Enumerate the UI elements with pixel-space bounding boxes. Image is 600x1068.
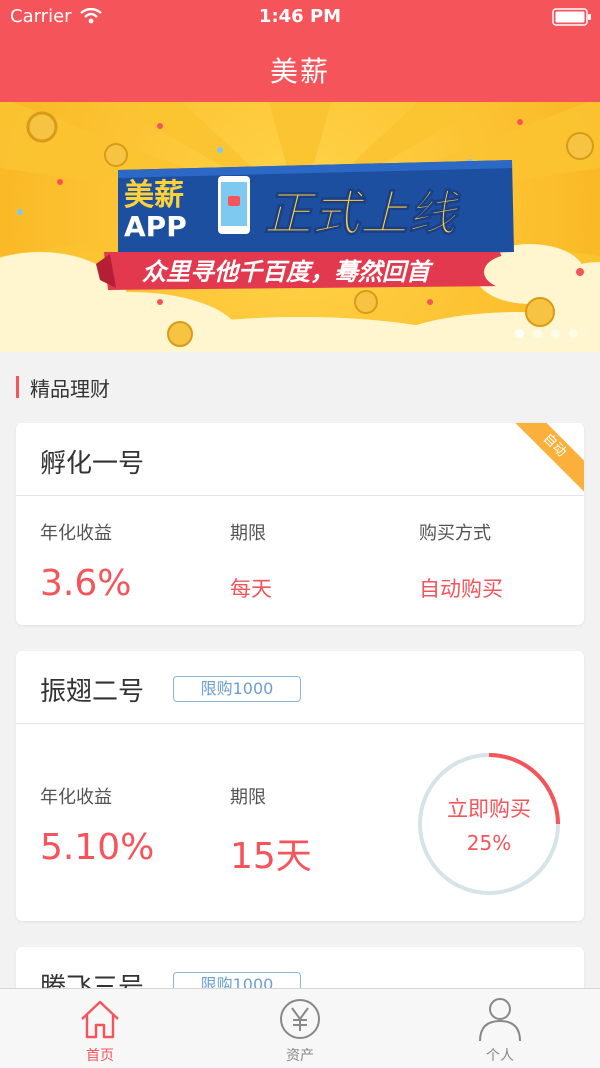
- rate-value: 3.6%: [40, 563, 132, 604]
- buy-now-label: 立即购买: [447, 797, 531, 821]
- rate-value: 5.10%: [40, 827, 155, 868]
- rate-label: 年化收益: [40, 787, 112, 808]
- term-label: 期限: [230, 523, 266, 544]
- tab-home[interactable]: 首页: [0, 989, 200, 1068]
- banner-artwork: 美薪 APP 正式上线 众里寻他千百度，蓦然回首: [0, 102, 600, 352]
- rate-label: 年化收益: [40, 523, 112, 544]
- product-name: 振翅二号: [40, 677, 145, 707]
- tab-label: 首页: [86, 1048, 114, 1064]
- battery-icon: [552, 8, 592, 30]
- buy-progress-ring[interactable]: 立即购买 25%: [416, 751, 562, 897]
- home-icon: [81, 1000, 119, 1039]
- pager-dot[interactable]: [551, 329, 560, 338]
- method-value: 自动购买: [419, 577, 503, 601]
- pager-dot[interactable]: [569, 329, 578, 338]
- tab-label: 个人: [486, 1048, 514, 1064]
- page-title: 美薪: [269, 55, 330, 88]
- term-value: 每天: [230, 577, 272, 601]
- buy-button[interactable]: 立即购买 25%: [416, 751, 562, 897]
- yen-icon: [280, 999, 320, 1039]
- auto-ribbon: 自动: [503, 423, 584, 497]
- product-card[interactable]: 孵化一号 自动 年化收益 期限 购买方式 3.6% 每天 自动购买: [16, 423, 584, 625]
- pager-dot[interactable]: [515, 329, 524, 338]
- app-header: Carrier 1:46 PM 美薪: [0, 0, 600, 102]
- banner-pager[interactable]: [515, 329, 578, 338]
- product-name: 孵化一号: [40, 449, 145, 479]
- product-card[interactable]: 振翅二号 限购1000 年化收益 期限 5.10% 15天 立即购买 25%: [16, 651, 584, 921]
- banner-slogan: 众里寻他千百度，蓦然回首: [142, 258, 434, 286]
- bottom-tab-bar: 首页 资产 个人: [0, 988, 600, 1068]
- progress-percent: 25%: [466, 831, 512, 855]
- section-accent-bar: [16, 376, 19, 398]
- person-icon: [479, 998, 521, 1041]
- term-value: 15天: [230, 836, 312, 877]
- method-label: 购买方式: [419, 523, 491, 544]
- tab-profile[interactable]: 个人: [400, 989, 600, 1068]
- purchase-limit-badge: 限购1000: [173, 676, 301, 702]
- section-title: 精品理财: [30, 376, 110, 401]
- banner-app-text: APP: [124, 210, 187, 243]
- promo-banner[interactable]: 美薪 APP 正式上线 众里寻他千百度，蓦然回首: [0, 102, 600, 352]
- section-header: 精品理财: [16, 372, 110, 402]
- tab-label: 资产: [286, 1048, 314, 1064]
- term-label: 期限: [230, 787, 266, 808]
- card-header: 振翅二号 限购1000: [16, 651, 584, 724]
- banner-brand-text: 美薪: [124, 178, 184, 213]
- card-header: 孵化一号 自动: [16, 423, 584, 497]
- status-bar: Carrier 1:46 PM: [0, 0, 600, 34]
- clock: 1:46 PM: [258, 6, 342, 27]
- pager-dot[interactable]: [533, 329, 542, 338]
- banner-headline: 正式上线: [264, 186, 461, 242]
- tab-assets[interactable]: 资产: [200, 989, 400, 1068]
